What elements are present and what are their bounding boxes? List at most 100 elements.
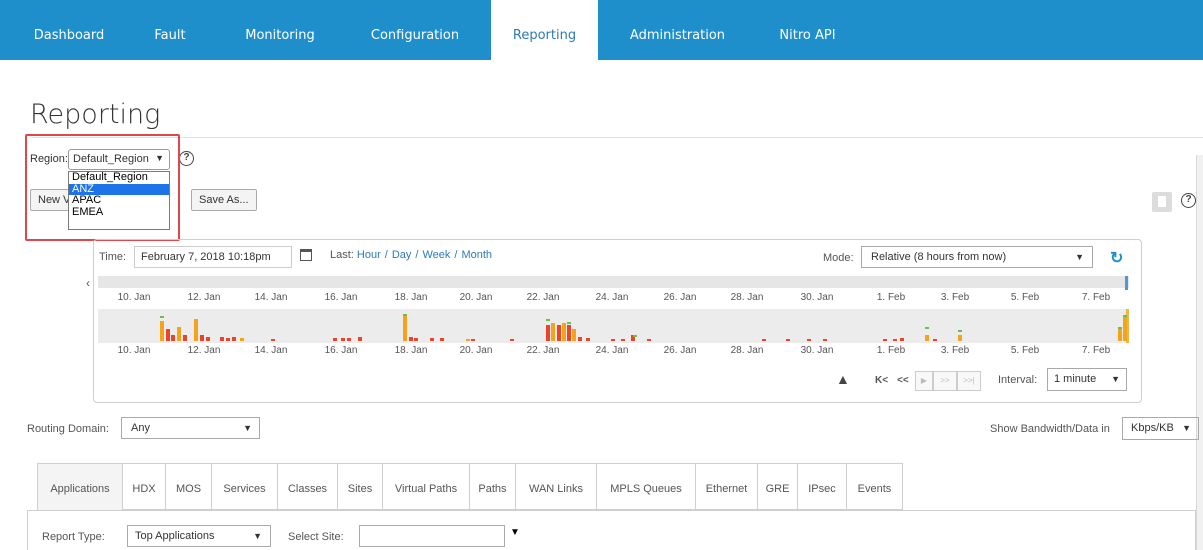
tab-events[interactable]: Events — [847, 463, 903, 510]
interval-select[interactable]: 1 minute ▼ — [1047, 368, 1127, 391]
axis-tick-label: 5. Feb — [1010, 345, 1040, 356]
next-button[interactable]: >> — [933, 371, 957, 391]
axis-tick-label: 14. Jan — [254, 345, 288, 356]
activity-bar — [271, 339, 275, 341]
interval-label: Interval: — [998, 374, 1038, 386]
activity-bar — [171, 335, 175, 341]
activity-marker — [567, 322, 571, 324]
axis-tick-label: 3. Feb — [940, 345, 970, 356]
select-site-label: Select Site: — [288, 531, 344, 543]
activity-bar — [333, 338, 337, 341]
select-site-input[interactable] — [359, 525, 505, 547]
activity-bar — [925, 335, 929, 341]
axis-tick-label: 26. Jan — [663, 345, 697, 356]
activity-bar — [900, 338, 904, 341]
axis-tick-label: 16. Jan — [324, 345, 358, 356]
activity-bar — [762, 339, 766, 341]
activity-bar — [194, 319, 198, 341]
activity-bar — [220, 337, 224, 341]
activity-bar — [430, 338, 434, 341]
activity-bar — [347, 338, 351, 341]
tab-classes[interactable]: Classes — [278, 463, 338, 510]
activity-bar — [232, 337, 236, 341]
activity-bar — [226, 338, 230, 341]
tab-ethernet[interactable]: Ethernet — [696, 463, 758, 510]
activity-bar — [206, 337, 210, 341]
chevron-down-icon: ▼ — [1111, 374, 1120, 384]
activity-bar — [409, 337, 413, 341]
axis-tick-label: 24. Jan — [595, 345, 629, 356]
axis-tick-label: 22. Jan — [526, 345, 560, 356]
activity-bar — [551, 323, 555, 341]
chevron-down-icon: ▼ — [253, 531, 262, 541]
activity-marker — [1123, 315, 1127, 317]
axis-tick-label: 30. Jan — [800, 345, 834, 356]
activity-bar — [183, 335, 187, 341]
tab-services[interactable]: Services — [212, 463, 278, 510]
bandwidth-unit-value: Kbps/KB — [1131, 422, 1174, 434]
tab-paths[interactable]: Paths — [470, 463, 516, 510]
tab-sites[interactable]: Sites — [338, 463, 383, 510]
tab-ipsec[interactable]: IPsec — [798, 463, 847, 510]
activity-bar — [893, 339, 897, 341]
routing-domain-select[interactable]: Any ▼ — [121, 417, 260, 439]
activity-bar — [466, 339, 470, 341]
activity-bar — [586, 338, 590, 341]
activity-bar — [546, 325, 550, 341]
activity-marker — [925, 327, 929, 329]
tab-applications[interactable]: Applications — [37, 463, 123, 511]
last-button[interactable]: >>| — [957, 371, 981, 391]
activity-bar — [414, 338, 418, 341]
tab-gre[interactable]: GRE — [758, 463, 798, 510]
activity-bar — [166, 329, 170, 341]
axis-tick-label: 1. Feb — [876, 345, 906, 356]
activity-bar — [403, 315, 407, 341]
chevron-down-icon: ▼ — [1182, 423, 1191, 433]
activity-bar — [807, 339, 811, 341]
activity-bar — [240, 338, 244, 341]
activity-marker — [546, 319, 550, 321]
activity-bar — [621, 339, 625, 341]
axis-tick-label: 20. Jan — [459, 345, 493, 356]
bandwidth-unit-select[interactable]: Kbps/KB ▼ — [1122, 417, 1199, 440]
activity-bar — [567, 325, 571, 341]
tab-virtual-paths[interactable]: Virtual Paths — [383, 463, 470, 510]
tab-mos[interactable]: MOS — [166, 463, 212, 510]
activity-bar — [341, 338, 345, 341]
activity-bar — [160, 321, 164, 341]
tab-mpls-queues[interactable]: MPLS Queues — [597, 463, 696, 510]
axis-tick-label: 12. Jan — [187, 345, 221, 356]
activity-bar — [958, 335, 962, 341]
activity-bar — [933, 339, 937, 341]
chevron-down-icon[interactable]: ▼ — [510, 527, 520, 538]
activity-bar — [177, 327, 181, 341]
tab-wan-links[interactable]: WAN Links — [516, 463, 597, 510]
axis-tick-label: 28. Jan — [730, 345, 764, 356]
activity-marker — [633, 335, 637, 337]
activity-bar — [1118, 329, 1122, 341]
report-type-label: Report Type: — [42, 531, 105, 543]
activity-bar — [883, 339, 887, 341]
activity-bar — [572, 329, 576, 341]
activity-bar — [358, 337, 362, 341]
bandwidth-label: Show Bandwidth/Data in — [990, 423, 1110, 435]
activity-bar — [557, 325, 561, 341]
activity-marker — [403, 314, 407, 316]
warning-icon: ▲ — [836, 371, 850, 387]
activity-bar — [611, 339, 615, 341]
activity-bar — [440, 338, 444, 341]
routing-domain-label: Routing Domain: — [27, 423, 109, 435]
activity-marker — [1118, 327, 1122, 329]
first-button[interactable]: K< — [875, 375, 888, 386]
play-button[interactable]: ▶ — [915, 371, 933, 391]
axis-tick-label: 18. Jan — [394, 345, 428, 356]
chevron-down-icon: ▼ — [243, 423, 252, 433]
axis-tick-label: 7. Feb — [1081, 345, 1111, 356]
activity-bar — [510, 339, 514, 341]
activity-marker — [958, 330, 962, 332]
activity-bar — [578, 337, 582, 341]
prev-button[interactable]: << — [897, 375, 909, 386]
report-type-select[interactable]: Top Applications ▼ — [127, 525, 271, 547]
activity-bar — [200, 335, 204, 341]
tab-hdx[interactable]: HDX — [123, 463, 166, 510]
